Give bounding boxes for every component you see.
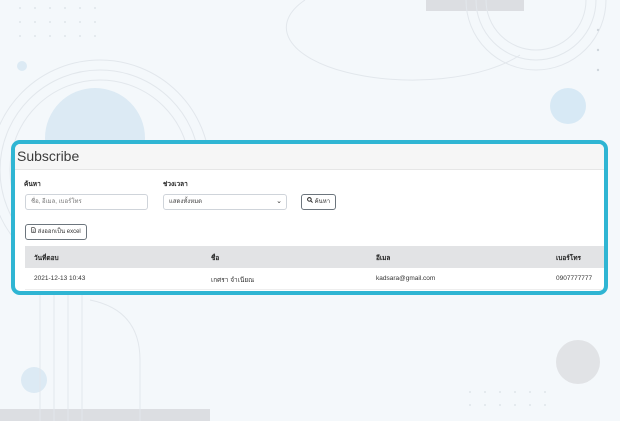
search-label: ค้นหา <box>24 181 41 188</box>
table-header: วันที่ตอบ ชื่อ อีเมล เบอร์โทร <box>25 246 604 268</box>
search-button-label: ค้นหา <box>314 199 331 205</box>
period-label: ช่วงเวลา <box>163 181 188 188</box>
cell-name: เกศรา จำเนียณ <box>211 277 255 284</box>
header-name: ชื่อ <box>211 255 220 262</box>
header-email: อีเมล <box>376 255 391 262</box>
search-icon <box>307 197 315 205</box>
card-header: Subscribe <box>15 144 604 170</box>
file-icon <box>31 227 38 235</box>
export-excel-button[interactable]: ส่งออกเป็น excel <box>25 224 87 240</box>
cell-date: 2021-12-13 10:43 <box>34 275 86 282</box>
subscribe-card: Subscribe ค้นหา ช่วงเวลา แสดงทั้งหมด ⌄ ค… <box>11 140 608 295</box>
cell-phone: 0907777777 <box>556 275 593 282</box>
cell-email: kadsara@gmail.com <box>376 275 436 282</box>
table-row: 2021-12-13 10:43 เกศรา จำเนียณ kadsara@g… <box>25 268 604 290</box>
period-select[interactable]: แสดงทั้งหมด ⌄ <box>163 194 287 210</box>
chevron-down-icon: ⌄ <box>276 198 282 205</box>
header-phone: เบอร์โทร <box>556 255 582 262</box>
search-button[interactable]: ค้นหา <box>301 194 337 210</box>
card-title: Subscribe <box>17 148 80 164</box>
header-date: วันที่ตอบ <box>34 255 59 262</box>
search-input[interactable] <box>25 194 148 210</box>
export-button-label: ส่งออกเป็น excel <box>37 229 81 235</box>
period-selected-value: แสดงทั้งหมด <box>169 199 203 205</box>
